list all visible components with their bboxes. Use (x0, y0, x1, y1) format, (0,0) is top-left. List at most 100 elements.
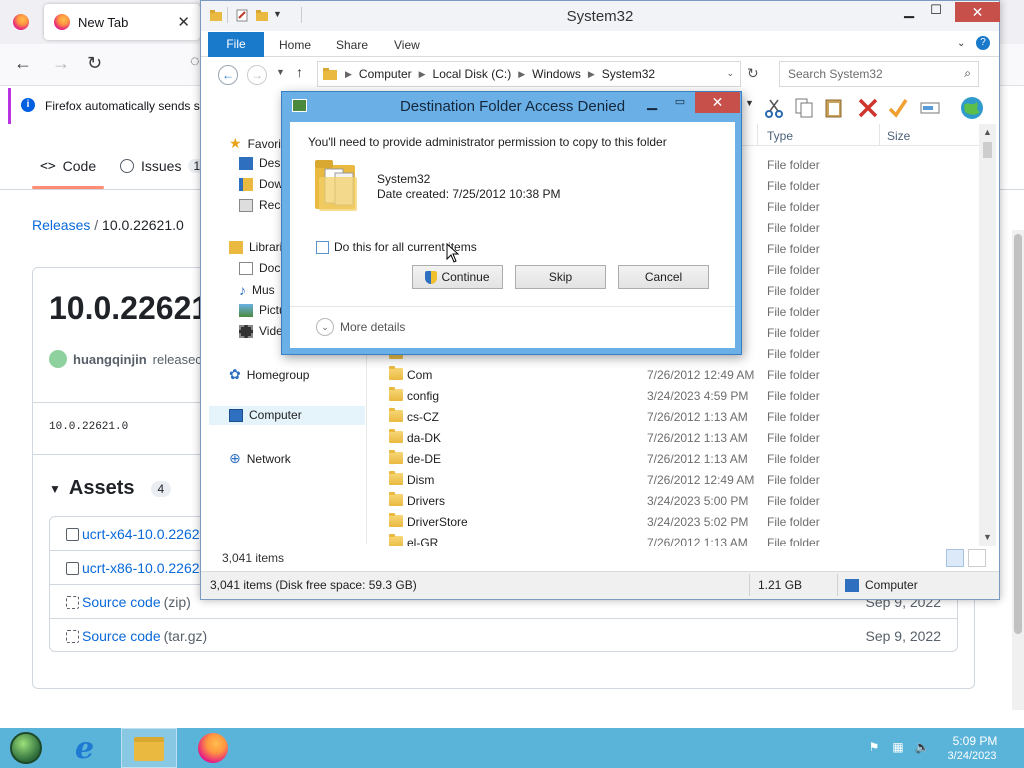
taskbar-firefox[interactable] (185, 728, 241, 768)
shield-icon[interactable]: ◌ (190, 53, 200, 71)
nav-downloads[interactable]: Dow (239, 177, 283, 191)
start-button[interactable] (0, 728, 56, 768)
file-row[interactable]: DriverStore 3/24/2023 5:02 PM File folder (367, 511, 979, 532)
breadcrumb-arrow-icon[interactable]: ▶ (419, 69, 426, 80)
checkmark-icon[interactable] (887, 97, 909, 119)
nav-documents[interactable]: Doc (239, 261, 280, 275)
file-row[interactable]: config 3/24/2023 4:59 PM File folder (367, 385, 979, 406)
address-bar[interactable]: ▶ Computer ▶ Local Disk (C:) ▶ Windows ▶… (317, 61, 741, 87)
apply-to-all-checkbox[interactable] (316, 241, 329, 254)
address-segment[interactable]: Windows (532, 67, 581, 81)
nav-pictures[interactable]: Pictu (239, 303, 286, 317)
breadcrumb-releases-link[interactable]: Releases (32, 217, 90, 233)
close-icon[interactable]: ✕ (955, 2, 1000, 22)
nav-music[interactable]: ♪ Mus (239, 282, 275, 298)
folder-icon (389, 534, 403, 546)
page-scrollbar[interactable] (1012, 230, 1024, 710)
reload-icon[interactable]: ↻ (87, 53, 102, 74)
nav-recent[interactable]: Rece (239, 198, 287, 212)
assets-toggle[interactable]: ▼ Assets 4 (49, 477, 172, 500)
asset-link[interactable]: Source code (tar.gz) (66, 628, 207, 644)
tab-code[interactable]: <> Code (40, 158, 96, 174)
minimize-icon[interactable]: ▁ (642, 95, 662, 111)
breadcrumb-arrow-icon[interactable]: ▶ (345, 69, 352, 80)
maximize-icon[interactable]: ▭ (670, 95, 690, 111)
refresh-icon[interactable]: ↻ (747, 65, 759, 82)
forward-arrow-icon[interactable]: → (52, 53, 70, 74)
copy-icon[interactable] (793, 97, 815, 119)
file-row[interactable]: Com 7/26/2012 12:49 AM File folder (367, 364, 979, 385)
tab-file[interactable]: File (208, 32, 264, 57)
search-icon[interactable]: ⌕ (964, 66, 971, 81)
scroll-down-icon[interactable]: ▼ (979, 529, 996, 546)
tab-home[interactable]: Home (279, 38, 311, 52)
dropdown-icon[interactable]: ▼ (745, 98, 754, 108)
action-center-flag-icon[interactable]: ⚑ (866, 740, 882, 756)
page-scrollbar-thumb[interactable] (1014, 234, 1022, 634)
cut-icon[interactable] (763, 97, 785, 119)
search-input[interactable]: Search System32 ⌕ (779, 61, 979, 87)
nav-favorites[interactable]: ★ Favori (229, 135, 281, 152)
address-segment[interactable]: Local Disk (C:) (433, 67, 512, 81)
taskbar-internet-explorer[interactable]: e (61, 728, 117, 768)
clock-date[interactable]: 3/24/2023 (944, 750, 1000, 762)
forward-icon[interactable]: → (247, 65, 267, 85)
network-icon[interactable]: ▦ (890, 740, 906, 756)
nav-homegroup[interactable]: ✿ Homegroup (229, 366, 309, 383)
address-dropdown-icon[interactable]: ⌄ (726, 68, 734, 79)
delete-icon[interactable] (857, 97, 879, 119)
more-details-toggle[interactable]: ⌄ More details (316, 318, 405, 336)
author-name[interactable]: huangqinjin (73, 352, 147, 367)
file-row[interactable]: de-DE 7/26/2012 1:13 AM File folder (367, 448, 979, 469)
file-row[interactable]: cs-CZ 7/26/2012 1:13 AM File folder (367, 406, 979, 427)
column-size[interactable]: Size (887, 129, 910, 143)
taskbar-file-explorer[interactable] (121, 728, 177, 768)
skip-button[interactable]: Skip (515, 265, 606, 289)
maximize-icon[interactable]: ☐ (926, 2, 946, 22)
rename-icon[interactable] (919, 97, 941, 119)
back-icon[interactable]: ← (218, 65, 238, 85)
column-type[interactable]: Type (767, 129, 793, 143)
file-row[interactable]: da-DK 7/26/2012 1:13 AM File folder (367, 427, 979, 448)
nav-network[interactable]: ⊕ Network (229, 450, 291, 467)
file-list-scrollbar[interactable]: ▲ ▼ (979, 124, 996, 546)
nav-videos[interactable]: Vide (239, 324, 283, 338)
tab-share[interactable]: Share (336, 38, 368, 52)
up-arrow-icon[interactable]: ↑ (296, 64, 303, 80)
continue-button[interactable]: Continue (412, 265, 503, 289)
file-row[interactable]: Dism 7/26/2012 12:49 AM File folder (367, 469, 979, 490)
breadcrumb-arrow-icon[interactable]: ▶ (518, 69, 525, 80)
volume-muted-icon[interactable]: 🔈 (914, 740, 930, 756)
scrollbar-thumb[interactable] (983, 142, 992, 158)
address-segment[interactable]: System32 (602, 67, 655, 81)
help-icon[interactable]: ? (976, 36, 990, 50)
file-row[interactable]: Drivers 3/24/2023 5:00 PM File folder (367, 490, 979, 511)
file-row[interactable]: el-GR 7/26/2012 1:13 AM File folder (367, 532, 979, 546)
back-arrow-icon[interactable]: ← (14, 53, 32, 74)
nav-libraries[interactable]: Librari (229, 240, 282, 254)
cancel-button[interactable]: Cancel (618, 265, 709, 289)
expand-ribbon-icon[interactable]: ⌄ (957, 38, 965, 49)
large-icons-view-icon[interactable] (968, 549, 986, 567)
firefox-tab-pinned[interactable] (0, 4, 42, 40)
asset-link[interactable]: Source code (zip) (66, 594, 191, 610)
avatar[interactable] (49, 350, 67, 368)
paste-icon[interactable] (823, 97, 845, 119)
clock-time[interactable]: 5:09 PM (952, 734, 998, 748)
nav-desktop[interactable]: Desk (239, 156, 286, 170)
address-segment[interactable]: Computer (359, 67, 412, 81)
firefox-tab-new-tab[interactable]: New Tab ✕ (44, 4, 200, 40)
breadcrumb-arrow-icon[interactable]: ▶ (588, 69, 595, 80)
globe-icon[interactable] (959, 95, 985, 121)
recent-locations-icon[interactable]: ▼ (276, 67, 285, 77)
minimize-icon[interactable]: ▁ (899, 3, 919, 23)
tab-view[interactable]: View (394, 38, 420, 52)
scroll-up-icon[interactable]: ▲ (979, 124, 996, 141)
details-view-icon[interactable] (946, 549, 964, 567)
tab-issues[interactable]: Issues 1 (120, 158, 206, 174)
close-tab-icon[interactable]: ✕ (177, 13, 190, 31)
close-icon[interactable]: ✕ (695, 92, 740, 113)
asset-link[interactable]: ucrt-x86-10.0.2262 (66, 560, 200, 576)
nav-computer[interactable]: Computer (229, 408, 302, 422)
asset-link[interactable]: ucrt-x64-10.0.2262 (66, 526, 200, 542)
